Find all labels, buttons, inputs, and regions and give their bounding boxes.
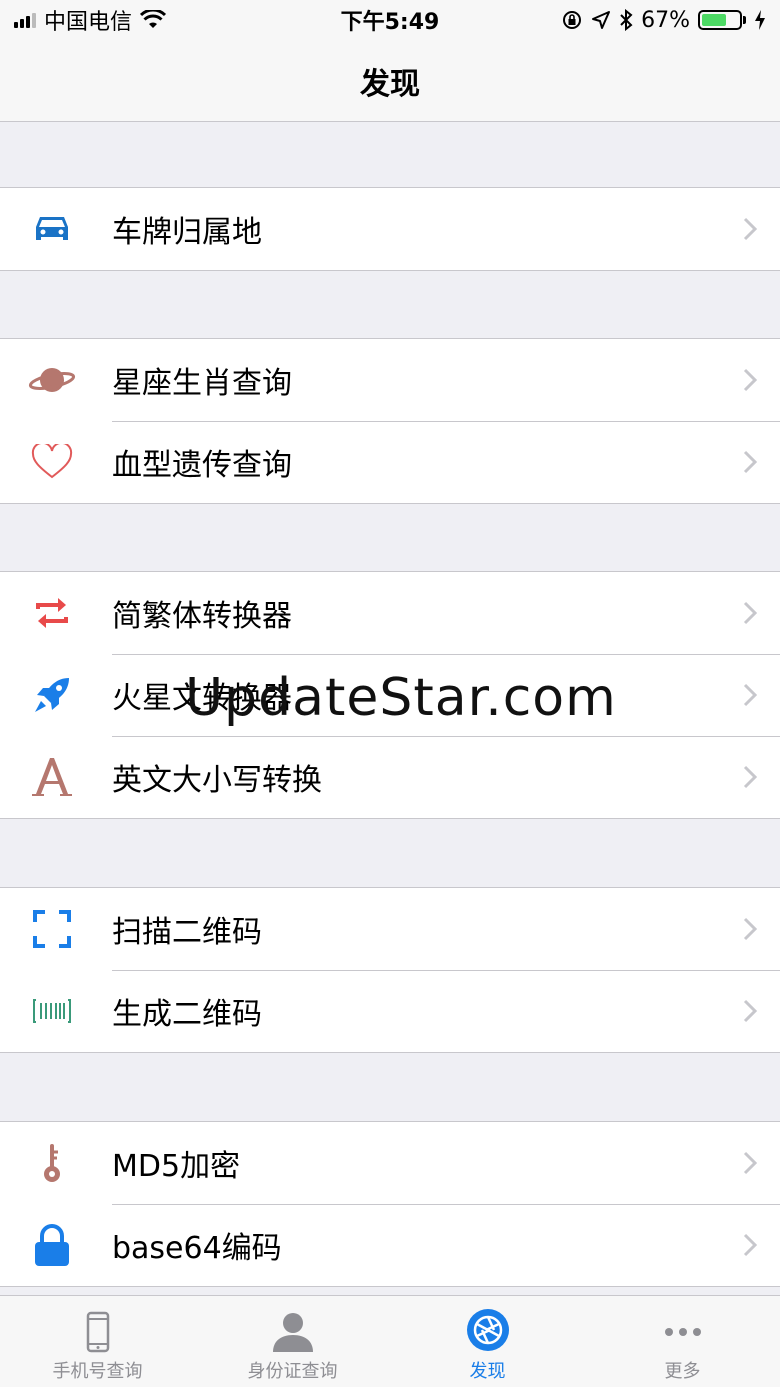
chevron-right-icon: [743, 765, 757, 789]
phone-icon: [86, 1311, 109, 1353]
list-item-english-case[interactable]: 英文大小写转换: [0, 736, 780, 818]
person-icon: [272, 1313, 313, 1352]
tab-id-query[interactable]: 身份证查询: [195, 1296, 390, 1387]
list-item-md5[interactable]: MD5加密: [0, 1122, 780, 1204]
location-icon: [592, 11, 611, 29]
bluetooth-icon: [620, 9, 633, 31]
list-item-label: 血型遗传查询: [112, 448, 292, 483]
rocket-icon: [35, 678, 69, 712]
battery-percent: 67%: [641, 7, 690, 33]
list-item-zodiac[interactable]: 星座生肖查询: [0, 339, 780, 421]
chevron-right-icon: [743, 917, 757, 941]
chevron-right-icon: [743, 368, 757, 392]
list-item-label: 车牌归属地: [112, 215, 262, 250]
list-item-label: 生成二维码: [112, 997, 262, 1032]
list-item-label: 英文大小写转换: [112, 763, 322, 798]
swap-arrows-icon: [36, 598, 68, 628]
list-item-label: 星座生肖查询: [112, 366, 292, 401]
scan-frame-icon: [33, 910, 71, 948]
chevron-right-icon: [743, 450, 757, 474]
tab-bar: 手机号查询 身份证查询 发现 更多: [0, 1295, 780, 1387]
navigation-bar: 发现: [0, 40, 780, 122]
list-item-blood-type[interactable]: 血型遗传查询: [0, 421, 780, 503]
page-title: 发现: [360, 66, 420, 102]
heart-icon: [31, 444, 73, 479]
charging-bolt-icon: [755, 10, 765, 30]
list-group-plate: 车牌归属地: [0, 187, 780, 271]
lock-icon: [35, 1224, 69, 1266]
chevron-right-icon: [743, 1151, 757, 1175]
carrier-name: 中国电信: [44, 10, 133, 35]
signal-strength-icon: [14, 12, 36, 28]
list-item-label: base64编码: [112, 1231, 282, 1266]
status-bar: 中国电信 下午5:49 67%: [0, 0, 780, 40]
chevron-right-icon: [743, 683, 757, 707]
chevron-right-icon: [743, 217, 757, 241]
letter-a-icon: [32, 758, 72, 796]
list-item-label: 扫描二维码: [112, 915, 262, 950]
chevron-right-icon: [743, 1233, 757, 1257]
list-item-base64[interactable]: base64编码: [0, 1204, 780, 1286]
tab-label: 发现: [469, 1361, 506, 1382]
aperture-icon: [466, 1309, 509, 1351]
list-item-scan-qrcode[interactable]: 扫描二维码: [0, 888, 780, 970]
more-icon: [664, 1328, 701, 1336]
wifi-icon: [140, 10, 167, 28]
list-item-plate-location[interactable]: 车牌归属地: [0, 188, 780, 270]
tab-label: 手机号查询: [52, 1361, 143, 1382]
chevron-right-icon: [743, 999, 757, 1023]
orientation-lock-icon: [563, 11, 582, 29]
tab-phone-query[interactable]: 手机号查询: [0, 1296, 195, 1387]
list-item-generate-qrcode[interactable]: 生成二维码: [0, 970, 780, 1052]
list-item-simplified-traditional[interactable]: 简繁体转换器: [0, 572, 780, 654]
list-item-label: 简繁体转换器: [112, 599, 292, 634]
barcode-icon: [33, 999, 71, 1023]
planet-icon: [28, 368, 76, 392]
car-icon: [36, 217, 68, 240]
tab-label: 身份证查询: [247, 1361, 338, 1382]
list-group-query: 星座生肖查询 血型遗传查询: [0, 338, 780, 504]
key-icon: [44, 1144, 60, 1182]
tab-more[interactable]: 更多: [585, 1296, 780, 1387]
chevron-right-icon: [743, 601, 757, 625]
list-item-label: MD5加密: [112, 1149, 241, 1184]
battery-icon: [698, 10, 746, 30]
list-group-encoding: MD5加密 base64编码: [0, 1121, 780, 1287]
tab-label: 更多: [664, 1361, 701, 1382]
tab-discover[interactable]: 发现: [390, 1296, 585, 1387]
watermark-text: UpdateStar.com: [185, 668, 617, 728]
list-group-qrcode: 扫描二维码 生成二维码: [0, 887, 780, 1053]
